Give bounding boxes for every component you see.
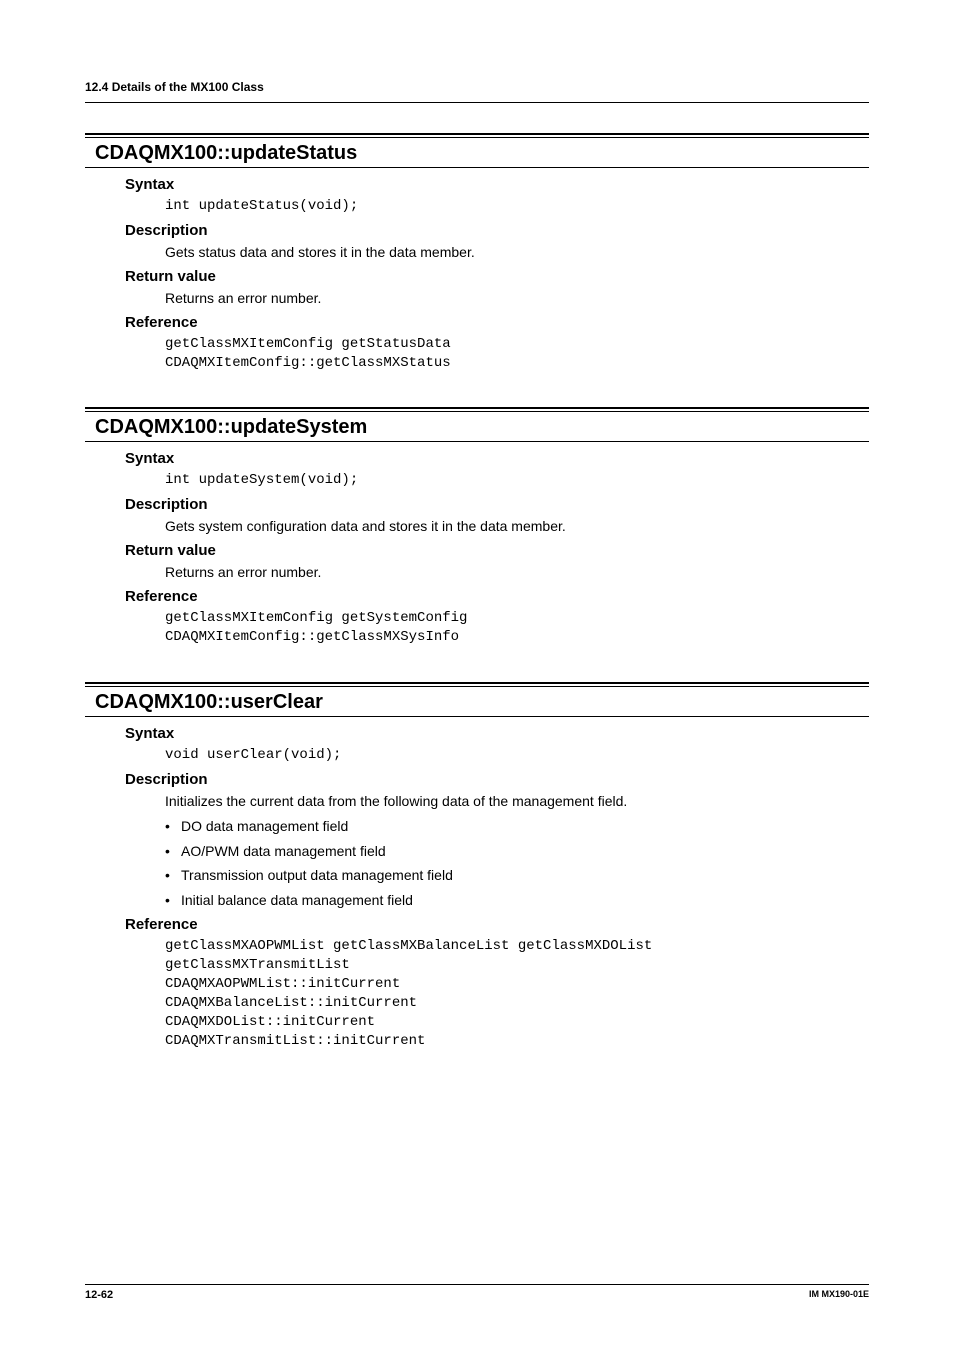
footer-text: 12-62 IM MX190-01E bbox=[85, 1289, 869, 1301]
code-line: getClassMXTransmitList bbox=[165, 956, 869, 975]
page-header: 12.4 Details of the MX100 Class bbox=[85, 80, 869, 94]
section: CDAQMX100::updateSystemSyntaxint updateS… bbox=[85, 407, 869, 646]
subheading: Description bbox=[125, 771, 869, 788]
code-line: CDAQMXDOList::initCurrent bbox=[165, 1013, 869, 1032]
code-block: void userClear(void); bbox=[165, 746, 869, 765]
footer-doc-id: IM MX190-01E bbox=[809, 1289, 869, 1301]
section-title: CDAQMX100::updateSystem bbox=[85, 416, 869, 439]
code-block: int updateStatus(void); bbox=[165, 197, 869, 216]
subheading: Syntax bbox=[125, 176, 869, 193]
footer-rule bbox=[85, 1284, 869, 1285]
section-top-rule bbox=[85, 133, 869, 135]
page-footer: 12-62 IM MX190-01E bbox=[85, 1284, 869, 1301]
code-line: CDAQMXAOPWMList::initCurrent bbox=[165, 975, 869, 994]
code-line: CDAQMXBalanceList::initCurrent bbox=[165, 994, 869, 1013]
body-text: Gets status data and stores it in the da… bbox=[165, 243, 869, 262]
subheading: Return value bbox=[125, 268, 869, 285]
code-line: getClassMXAOPWMList getClassMXBalanceLis… bbox=[165, 937, 869, 956]
code-block: int updateSystem(void); bbox=[165, 471, 869, 490]
code-block: getClassMXAOPWMList getClassMXBalanceLis… bbox=[165, 937, 869, 1050]
subheading: Reference bbox=[125, 588, 869, 605]
section: CDAQMX100::updateStatusSyntaxint updateS… bbox=[85, 133, 869, 372]
section-title-rule bbox=[85, 167, 869, 168]
subheading: Return value bbox=[125, 542, 869, 559]
header-title: 12.4 Details of the MX100 Class bbox=[85, 80, 264, 94]
subheading: Reference bbox=[125, 916, 869, 933]
code-block: getClassMXItemConfig getSystemConfigCDAQ… bbox=[165, 609, 869, 647]
body-text: Returns an error number. bbox=[165, 289, 869, 308]
code-line: CDAQMXItemConfig::getClassMXStatus bbox=[165, 354, 869, 373]
section-top-rule bbox=[85, 682, 869, 684]
subheading: Description bbox=[125, 496, 869, 513]
bullet-list: DO data management field AO/PWM data mana… bbox=[165, 817, 869, 911]
section-thin-rule bbox=[85, 686, 869, 687]
sections-container: CDAQMX100::updateStatusSyntaxint updateS… bbox=[85, 133, 869, 1051]
section-thin-rule bbox=[85, 137, 869, 138]
code-line: getClassMXItemConfig getStatusData bbox=[165, 335, 869, 354]
section-top-rule bbox=[85, 407, 869, 409]
code-line: void userClear(void); bbox=[165, 746, 869, 765]
header-rule bbox=[85, 102, 869, 103]
section-title: CDAQMX100::updateStatus bbox=[85, 142, 869, 165]
body-text: Gets system configuration data and store… bbox=[165, 517, 869, 536]
body-text: Returns an error number. bbox=[165, 563, 869, 582]
section-title: CDAQMX100::userClear bbox=[85, 691, 869, 714]
list-item: AO/PWM data management field bbox=[165, 842, 869, 861]
list-item: Transmission output data management fiel… bbox=[165, 866, 869, 885]
body-text: Initializes the current data from the fo… bbox=[165, 792, 869, 811]
section-title-rule bbox=[85, 716, 869, 717]
section-title-rule bbox=[85, 441, 869, 442]
subheading: Reference bbox=[125, 314, 869, 331]
code-line: int updateStatus(void); bbox=[165, 197, 869, 216]
code-line: CDAQMXTransmitList::initCurrent bbox=[165, 1032, 869, 1051]
code-line: getClassMXItemConfig getSystemConfig bbox=[165, 609, 869, 628]
section-thin-rule bbox=[85, 411, 869, 412]
footer-page-number: 12-62 bbox=[85, 1289, 113, 1301]
code-block: getClassMXItemConfig getStatusDataCDAQMX… bbox=[165, 335, 869, 373]
section: CDAQMX100::userClearSyntaxvoid userClear… bbox=[85, 682, 869, 1051]
list-item: Initial balance data management field bbox=[165, 891, 869, 910]
list-item: DO data management field bbox=[165, 817, 869, 836]
subheading: Description bbox=[125, 222, 869, 239]
subheading: Syntax bbox=[125, 450, 869, 467]
code-line: CDAQMXItemConfig::getClassMXSysInfo bbox=[165, 628, 869, 647]
code-line: int updateSystem(void); bbox=[165, 471, 869, 490]
subheading: Syntax bbox=[125, 725, 869, 742]
